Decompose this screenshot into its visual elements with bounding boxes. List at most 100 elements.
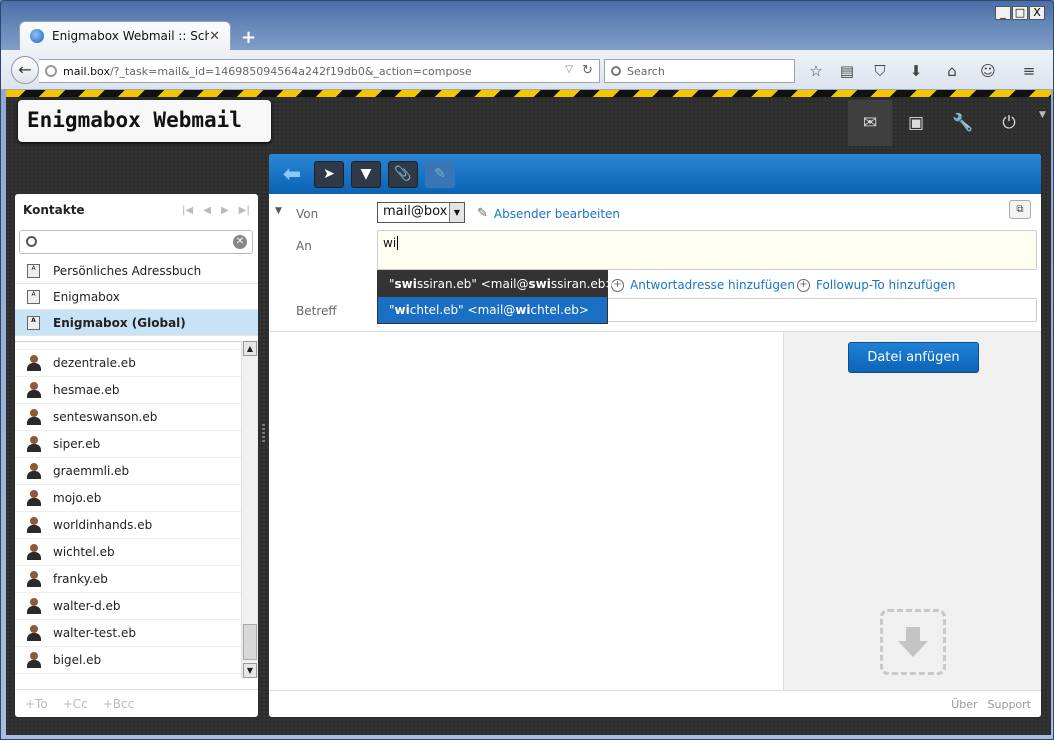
signature-icon[interactable]: ✎ bbox=[425, 160, 455, 188]
close-window-button[interactable]: X bbox=[1029, 6, 1045, 20]
support-link[interactable]: Support bbox=[988, 698, 1031, 711]
webmail-app: Enigmabox Webmail ✉ ▣ 🔧 ⏻ ▼ Kontakte |◀ … bbox=[6, 90, 1051, 735]
bookmarks-list-icon[interactable]: ▤ bbox=[837, 62, 857, 80]
add-to-button[interactable]: +To bbox=[25, 697, 48, 711]
clear-search-icon[interactable]: ✕ bbox=[233, 235, 247, 249]
to-field[interactable]: wi bbox=[377, 230, 1037, 270]
last-page-icon[interactable]: ▶| bbox=[239, 205, 250, 216]
contact-list: dezentrale.eb hesmae.eb senteswanson.eb … bbox=[15, 341, 241, 678]
recipient-buttons: +To +Cc +Bcc bbox=[15, 689, 258, 717]
prev-page-icon[interactable]: ◀ bbox=[203, 205, 211, 216]
drop-zone-icon[interactable] bbox=[880, 609, 946, 675]
person-icon bbox=[27, 544, 41, 560]
save-draft-icon[interactable]: ▼ bbox=[351, 160, 381, 188]
chat-icon[interactable]: ☺ bbox=[978, 62, 998, 80]
scroll-thumb[interactable] bbox=[243, 624, 257, 660]
list-item[interactable]: dezentrale.eb bbox=[15, 350, 241, 377]
url-dropdown-icon[interactable]: ▽ bbox=[565, 64, 573, 75]
mail-icon[interactable]: ✉ bbox=[848, 100, 892, 146]
chevron-down-icon[interactable]: ▼ bbox=[449, 203, 464, 222]
subject-input[interactable] bbox=[603, 298, 1037, 322]
about-link[interactable]: Über bbox=[951, 698, 977, 711]
minimize-button[interactable]: _ bbox=[995, 6, 1011, 20]
edit-sender-link[interactable]: ✎ Absender bearbeiten bbox=[477, 206, 620, 221]
logout-icon[interactable]: ⏻ bbox=[987, 100, 1031, 146]
autocomplete-item-selected[interactable]: " wi chtel.eb" <mail@ wi chtel.eb> bbox=[378, 297, 607, 323]
person-icon bbox=[27, 652, 41, 668]
url-host: mail.box bbox=[63, 64, 110, 78]
first-page-icon[interactable]: |◀ bbox=[182, 205, 193, 216]
next-page-icon[interactable]: ▶ bbox=[221, 205, 229, 216]
send-icon[interactable]: ➤ bbox=[314, 160, 344, 188]
hazard-stripe bbox=[6, 90, 1051, 97]
list-item[interactable]: graemmli.eb bbox=[15, 458, 241, 485]
close-tab-icon[interactable]: ✕ bbox=[209, 29, 220, 44]
from-select[interactable]: mail@box ▼ bbox=[377, 202, 465, 223]
ac-match: wi bbox=[515, 303, 531, 317]
maximize-button[interactable]: □ bbox=[1012, 6, 1028, 20]
compose-headers: ▼ Von mail@box ▼ ✎ Absender bearbeiten ⧉… bbox=[269, 194, 1041, 332]
list-item[interactable]: mojo.eb bbox=[15, 485, 241, 512]
browser-tab[interactable]: Enigmabox Webmail :: Schrei… ✕ bbox=[19, 21, 231, 50]
add-followup-link[interactable]: + Followup-To hinzufügen bbox=[797, 278, 955, 292]
list-item[interactable]: worldinhands.eb bbox=[15, 512, 241, 539]
site-identity-icon[interactable] bbox=[45, 65, 57, 77]
ac-text: ssiran.eb> bbox=[550, 277, 616, 291]
add-cc-button[interactable]: +Cc bbox=[63, 697, 88, 711]
reload-icon[interactable]: ↻ bbox=[582, 63, 593, 78]
compose-footer: Über Support bbox=[269, 690, 1041, 717]
pocket-icon[interactable]: ⛉ bbox=[870, 62, 890, 80]
attach-icon[interactable]: 📎 bbox=[388, 160, 418, 188]
back-arrow-icon[interactable]: ⬅ bbox=[277, 161, 307, 188]
downloads-icon[interactable]: ⬇ bbox=[906, 62, 926, 80]
list-item[interactable]: senteswanson.eb bbox=[15, 404, 241, 431]
addressbook-item[interactable]: A Enigmabox bbox=[15, 284, 258, 310]
navigation-toolbar: ← mail.box /?_task=mail&_id=146985094564… bbox=[1, 50, 1053, 90]
sidebar-splitter[interactable] bbox=[262, 424, 265, 444]
sidebar-title: Kontakte bbox=[23, 203, 85, 217]
list-item[interactable]: wichtel.eb bbox=[15, 539, 241, 566]
list-item[interactable]: siper.eb bbox=[15, 431, 241, 458]
settings-icon[interactable]: 🔧 bbox=[941, 100, 985, 146]
collapse-headers-icon[interactable]: ▼ bbox=[275, 206, 282, 216]
contact-name: mojo.eb bbox=[53, 491, 102, 505]
addressbook-icon[interactable]: ▣ bbox=[894, 100, 938, 146]
list-item[interactable]: walter-d.eb bbox=[15, 593, 241, 620]
menu-icon[interactable]: ≡ bbox=[1019, 62, 1039, 80]
add-bcc-button[interactable]: +Bcc bbox=[103, 697, 134, 711]
contact-name: franky.eb bbox=[53, 572, 108, 586]
scroll-down-icon[interactable]: ▼ bbox=[243, 663, 257, 678]
list-item[interactable]: bigel.eb bbox=[15, 647, 241, 674]
contact-name: hesmae.eb bbox=[53, 383, 120, 397]
search-bar[interactable]: Search bbox=[604, 59, 795, 83]
contact-name: graemmli.eb bbox=[53, 464, 130, 478]
person-icon bbox=[27, 463, 41, 479]
home-icon[interactable]: ⌂ bbox=[942, 62, 962, 80]
list-item[interactable]: franky.eb bbox=[15, 566, 241, 593]
contact-list-scrollbar[interactable]: ▲ ▼ bbox=[241, 341, 258, 678]
compose-panel: ⬅ ➤ ▼ 📎 ✎ ▼ Von mail@box ▼ ✎ Absender be… bbox=[269, 154, 1041, 717]
plus-icon: + bbox=[797, 278, 810, 292]
new-tab-button[interactable]: + bbox=[241, 27, 256, 48]
contact-name: siper.eb bbox=[53, 437, 101, 451]
attach-file-button[interactable]: Datei anfügen bbox=[848, 342, 979, 373]
popout-button[interactable]: ⧉ bbox=[1009, 200, 1031, 219]
app-logo[interactable]: Enigmabox Webmail bbox=[18, 100, 271, 142]
bookmark-star-icon[interactable]: ☆ bbox=[806, 62, 826, 80]
autocomplete-item[interactable]: " swi ssiran.eb" <mail@ swi ssiran.eb> bbox=[378, 271, 615, 297]
pencil-icon: ✎ bbox=[477, 206, 488, 221]
contacts-sidebar: Kontakte |◀ ◀ ▶ ▶| ✕ A Persönliches Adre… bbox=[15, 194, 258, 717]
list-item[interactable]: hesmae.eb bbox=[15, 377, 241, 404]
addressbook-item-selected[interactable]: A Enigmabox (Global) bbox=[15, 310, 258, 336]
back-button[interactable]: ← bbox=[11, 56, 39, 84]
contacts-search-input[interactable]: ✕ bbox=[19, 230, 253, 254]
person-icon bbox=[27, 355, 41, 371]
chevron-down-icon[interactable]: ▼ bbox=[1039, 110, 1046, 120]
message-body-editor[interactable] bbox=[269, 332, 783, 690]
add-replyto-link[interactable]: + Antwortadresse hinzufügen bbox=[611, 278, 795, 292]
scroll-up-icon[interactable]: ▲ bbox=[243, 341, 257, 356]
search-placeholder: Search bbox=[627, 64, 665, 78]
url-bar[interactable]: mail.box /?_task=mail&_id=146985094564a2… bbox=[39, 59, 600, 83]
addressbook-item[interactable]: A Persönliches Adressbuch bbox=[15, 258, 258, 284]
list-item[interactable]: walter-test.eb bbox=[15, 620, 241, 647]
